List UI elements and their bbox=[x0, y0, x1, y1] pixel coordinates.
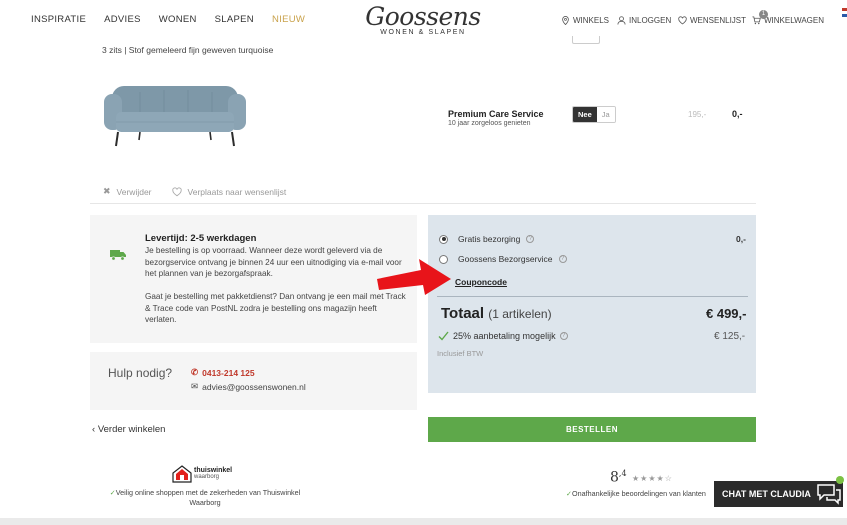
nav-slapen[interactable]: SLAPEN bbox=[215, 14, 254, 25]
location-pin-icon bbox=[562, 16, 569, 25]
sofa-image[interactable] bbox=[100, 80, 250, 150]
help-phone-number: 0413-214 125 bbox=[202, 367, 255, 378]
online-status-dot bbox=[836, 476, 844, 484]
help-icon[interactable]: ? bbox=[559, 332, 568, 340]
help-email-link[interactable]: ✉ advies@goossenswonen.nl bbox=[191, 381, 306, 392]
heart-icon bbox=[678, 16, 687, 25]
care-price: 0,- bbox=[732, 109, 743, 119]
continue-shopping-label: Verder winkelen bbox=[97, 424, 166, 435]
help-phone-link[interactable]: ✆ 0413-214 125 bbox=[191, 367, 255, 378]
shipping-price: 0,- bbox=[736, 234, 746, 244]
rating-text-group: ✓Onafhankelijke beoordelingen van klante… bbox=[566, 489, 706, 498]
shipping-option-service[interactable]: Goossens Bezorgservice ? bbox=[439, 254, 567, 264]
care-original-price: 195,- bbox=[688, 110, 707, 119]
care-service-subtitle: 10 jaar zorgeloos genieten bbox=[448, 120, 531, 127]
chat-bubble-icon[interactable] bbox=[815, 481, 843, 507]
wensenlijst-label: WENSENLIJST bbox=[690, 16, 747, 25]
coupon-code-link[interactable]: Couponcode bbox=[455, 277, 507, 287]
shipping-option-free[interactable]: Gratis bezorging ? bbox=[439, 234, 535, 244]
quantity-box-edge[interactable] bbox=[572, 36, 600, 44]
care-service-title: Premium Care Service bbox=[448, 109, 544, 119]
care-toggle-yes[interactable]: Ja bbox=[596, 107, 615, 122]
shipping-service-label: Goossens Bezorgservice bbox=[458, 254, 553, 264]
truck-icon bbox=[110, 250, 126, 261]
nav-wonen[interactable]: WONEN bbox=[159, 14, 197, 25]
total-label-group: Totaal (1 artikelen) bbox=[441, 305, 552, 322]
rating-text: Onafhankelijke beoordelingen van klanten bbox=[572, 489, 706, 498]
winkels-link[interactable]: WINKELS bbox=[561, 16, 609, 25]
bottom-strip bbox=[0, 518, 847, 525]
help-icon[interactable]: ? bbox=[558, 255, 567, 263]
thuiswinkel-text: ✓Veilig online shoppen met de zekerheden… bbox=[95, 488, 315, 507]
thuiswinkel-sub: waarborg bbox=[194, 474, 220, 480]
total-item-count: (1 artikelen) bbox=[488, 307, 552, 321]
main-nav: INSPIRATIE ADVIES WONEN SLAPEN NIEUW bbox=[31, 14, 323, 25]
logo-script: Goossens bbox=[365, 2, 481, 31]
red-arrow-icon bbox=[377, 259, 451, 295]
winkelwagen-label: WINKELWAGEN bbox=[764, 16, 825, 25]
total-value: € 499,- bbox=[706, 306, 747, 321]
close-icon: ✖ bbox=[103, 186, 111, 196]
continue-shopping-link[interactable]: ‹ Verder winkelen bbox=[92, 424, 165, 435]
shipping-free-label: Gratis bezorging bbox=[458, 234, 521, 244]
deposit-label: 25% aanbetaling mogelijk bbox=[453, 331, 556, 341]
site-header: INSPIRATIE ADVIES WONEN SLAPEN NIEUW Goo… bbox=[0, 0, 847, 42]
rating-decimal: ,4 bbox=[618, 469, 627, 478]
thuiswinkel-logo[interactable]: thuiswinkel waarborg bbox=[172, 465, 232, 483]
total-label: Totaal bbox=[441, 305, 485, 322]
radio-free-shipping[interactable] bbox=[439, 234, 448, 244]
user-icon bbox=[617, 16, 626, 25]
product-description: 3 zits | Stof gemeleerd fijn geweven tur… bbox=[102, 45, 274, 55]
logo[interactable]: Goossens WONEN & SLAPEN bbox=[356, 2, 490, 37]
rating-main: 8 bbox=[610, 469, 619, 486]
mail-icon: ✉ bbox=[191, 381, 199, 391]
winkels-label: WINKELS bbox=[573, 16, 610, 25]
help-icon[interactable]: ? bbox=[526, 235, 535, 243]
thuiswinkel-name: thuiswinkel bbox=[194, 467, 233, 474]
delivery-title: Levertijd: 2-5 werkdagen bbox=[145, 233, 257, 244]
phone-icon: ✆ bbox=[191, 367, 199, 377]
nav-inspiratie[interactable]: INSPIRATIE bbox=[31, 14, 86, 25]
wensenlijst-link[interactable]: WENSENLIJST bbox=[678, 16, 746, 25]
help-email-address: advies@goossenswonen.nl bbox=[202, 381, 306, 392]
divider bbox=[90, 203, 756, 204]
rating-score: 8,4 bbox=[610, 469, 627, 486]
product-actions: ✖ Verwijder Verplaats naar wensenlijst bbox=[103, 186, 286, 197]
move-to-wishlist-label: Verplaats naar wensenlijst bbox=[187, 186, 287, 197]
care-toggle-no[interactable]: Nee bbox=[573, 107, 597, 122]
help-box: Hulp nodig? ✆ 0413-214 125 ✉ advies@goos… bbox=[90, 352, 417, 410]
delivery-info-box: Levertijd: 2-5 werkdagen Je bestelling i… bbox=[90, 215, 417, 343]
heart-icon bbox=[171, 186, 182, 196]
thuiswinkel-house-icon bbox=[172, 465, 192, 483]
deposit-info: 25% aanbetaling mogelijk ? bbox=[438, 331, 568, 341]
thuiswinkel-claim: Veilig online shoppen met de zekerheden … bbox=[115, 488, 301, 507]
summary-divider bbox=[437, 296, 748, 297]
chevron-left-icon: ‹ bbox=[92, 424, 96, 435]
move-to-wishlist-button[interactable]: Verplaats naar wensenlijst bbox=[171, 186, 287, 197]
inloggen-link[interactable]: INLOGGEN bbox=[617, 16, 671, 25]
btw-note: Inclusief BTW bbox=[437, 349, 484, 358]
care-service-toggle: Nee Ja bbox=[572, 106, 616, 123]
order-button[interactable]: BESTELLEN bbox=[428, 417, 756, 442]
remove-label: Verwijder bbox=[116, 186, 152, 197]
check-icon bbox=[438, 331, 449, 341]
nav-nieuw[interactable]: NIEUW bbox=[272, 14, 305, 25]
nav-advies[interactable]: ADVIES bbox=[104, 14, 141, 25]
inloggen-label: INLOGGEN bbox=[629, 16, 672, 25]
cart-count-badge: 1 bbox=[759, 10, 768, 19]
flag-icon[interactable] bbox=[842, 8, 847, 17]
rating-stars: ★★★★☆ bbox=[632, 474, 673, 483]
deposit-value: € 125,- bbox=[714, 331, 746, 342]
delivery-text-parcel: Gaat je bestelling met pakketdienst? Dan… bbox=[145, 292, 406, 325]
help-label: Hulp nodig? bbox=[108, 366, 173, 380]
remove-button[interactable]: ✖ Verwijder bbox=[103, 186, 152, 197]
delivery-text: Je bestelling is op voorraad. Wanneer de… bbox=[145, 246, 402, 279]
